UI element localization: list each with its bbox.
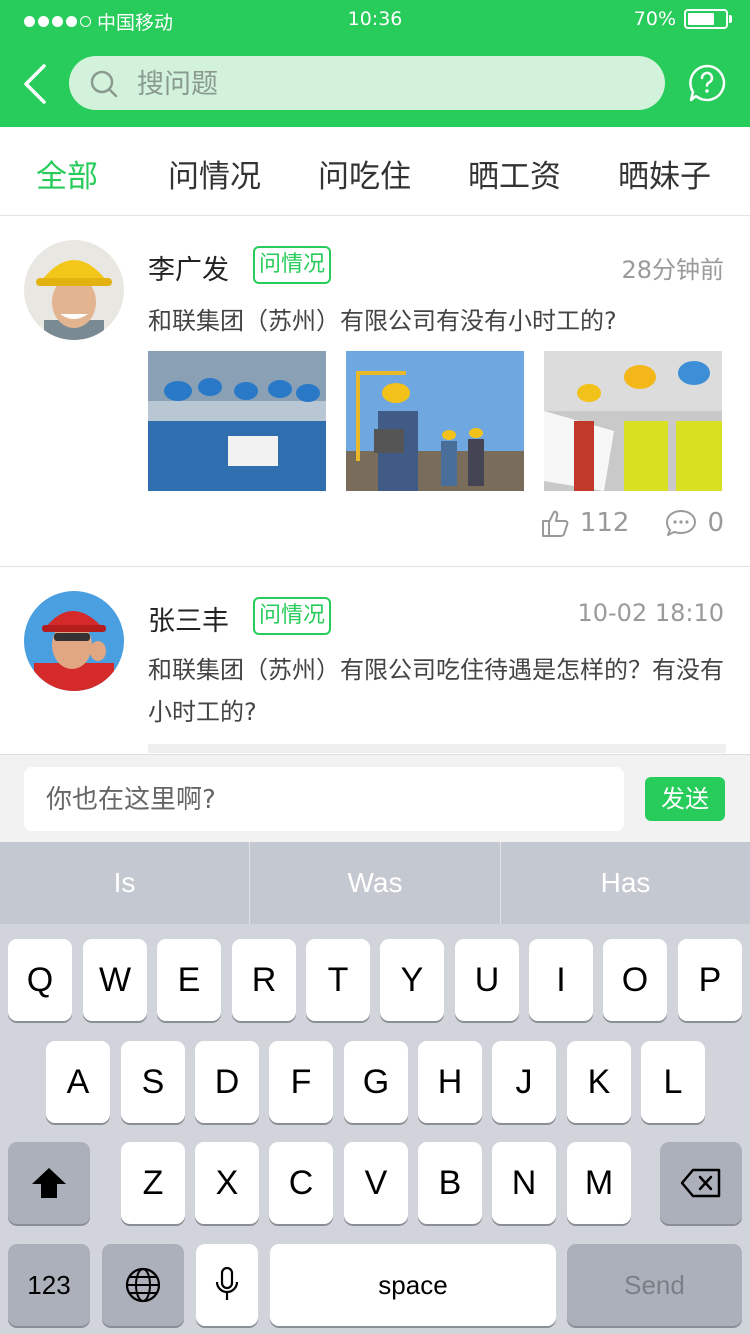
key-g[interactable]: G [344, 1041, 408, 1123]
comment-bar: 发送 [0, 754, 750, 843]
key-d[interactable]: D [195, 1041, 259, 1123]
tab-show-girls[interactable]: 晒妹子 [618, 151, 711, 196]
battery-icon [684, 9, 732, 29]
key-k[interactable]: K [567, 1041, 631, 1123]
send-button[interactable]: 发送 [645, 777, 725, 821]
shift-arrow-icon [32, 1168, 66, 1198]
backspace-icon [680, 1168, 721, 1198]
key-q[interactable]: Q [8, 939, 72, 1021]
key-n[interactable]: N [492, 1142, 556, 1224]
status-bar: 中国移动 10:36 70% [0, 0, 750, 40]
like-button[interactable]: 112 [540, 508, 630, 538]
shift-key[interactable] [8, 1142, 90, 1224]
space-key[interactable]: space [270, 1244, 556, 1326]
tab-all[interactable]: 全部 [36, 151, 98, 196]
tab-show-salary[interactable]: 晒工资 [468, 151, 561, 196]
suggestion-item[interactable]: Is [0, 842, 249, 924]
suggestion-bar: Is Was Has [0, 842, 750, 924]
key-w[interactable]: W [83, 939, 147, 1021]
keyboard: Is Was Has Q W E R T Y U I O P A S D F G… [0, 842, 750, 1334]
numbers-key[interactable]: 123 [8, 1244, 90, 1326]
like-count: 112 [579, 508, 630, 538]
key-u[interactable]: U [455, 939, 519, 1021]
post-text[interactable]: 和联集团（苏州）有限公司有没有小时工的? [148, 300, 728, 342]
key-v[interactable]: V [344, 1142, 408, 1224]
comment-count: 0 [707, 508, 724, 538]
key-c[interactable]: C [269, 1142, 333, 1224]
comment-field[interactable] [24, 767, 624, 833]
post-author[interactable]: 李广发 [148, 248, 229, 287]
key-s[interactable]: S [121, 1041, 185, 1123]
post-tag[interactable]: 问情况 [253, 597, 332, 635]
comment-bubble-icon [666, 510, 697, 536]
microphone-key[interactable] [196, 1244, 258, 1326]
key-h[interactable]: H [418, 1041, 482, 1123]
battery-percent: 70% [633, 8, 676, 30]
comment-input[interactable] [24, 767, 608, 833]
key-e[interactable]: E [157, 939, 221, 1021]
key-m[interactable]: M [567, 1142, 631, 1224]
key-o[interactable]: O [603, 939, 667, 1021]
app-header: 中国移动 10:36 70% [0, 0, 750, 127]
key-t[interactable]: T [306, 939, 370, 1021]
key-p[interactable]: P [678, 939, 742, 1021]
post-text-line: 小时工的? [148, 698, 257, 726]
back-arrow-icon[interactable] [20, 62, 56, 106]
post-time: 28分钟前 [621, 256, 724, 284]
key-f[interactable]: F [269, 1041, 333, 1123]
avatar[interactable] [24, 591, 124, 691]
post-photo-strip [148, 744, 726, 753]
search-bar[interactable] [69, 56, 665, 112]
post-photo[interactable] [544, 351, 722, 491]
post-photo[interactable] [346, 351, 524, 491]
category-tabs: 全部 问情况 问吃住 晒工资 晒妹子 [0, 127, 750, 216]
key-j[interactable]: J [492, 1041, 556, 1123]
thumbs-up-icon [541, 510, 569, 537]
post-card[interactable]: 张三丰 问情况 10-02 18:10 和联集团（苏州）有限公司吃住待遇是怎样的… [0, 567, 750, 753]
globe-key[interactable] [102, 1244, 184, 1326]
key-y[interactable]: Y [380, 939, 444, 1021]
keyboard-send-key[interactable]: Send [567, 1244, 742, 1326]
suggestion-item[interactable]: Has [501, 842, 750, 924]
key-r[interactable]: R [232, 939, 296, 1021]
post-card[interactable]: 李广发 问情况 28分钟前 和联集团（苏州）有限公司有没有小时工的? 112 0 [0, 216, 750, 567]
tab-ask-situation[interactable]: 问情况 [168, 151, 261, 196]
post-text[interactable]: 和联集团（苏州）有限公司吃住待遇是怎样的？有没有 小时工的? [148, 649, 728, 733]
backspace-key[interactable] [660, 1142, 742, 1224]
search-icon [90, 70, 118, 98]
key-x[interactable]: X [195, 1142, 259, 1224]
battery-status: 70% [633, 8, 732, 30]
microphone-icon [215, 1266, 239, 1300]
post-time: 10-02 18:10 [577, 599, 724, 627]
key-i[interactable]: I [529, 939, 593, 1021]
post-tag[interactable]: 问情况 [253, 246, 332, 284]
tab-ask-food-lodging[interactable]: 问吃住 [318, 151, 411, 196]
globe-icon [125, 1267, 161, 1303]
post-stats: 112 0 [540, 508, 724, 538]
key-z[interactable]: Z [121, 1142, 185, 1224]
post-author[interactable]: 张三丰 [148, 599, 229, 638]
post-text-line: 和联集团（苏州）有限公司吃住待遇是怎样的？有没有 [148, 656, 724, 684]
key-b[interactable]: B [418, 1142, 482, 1224]
post-photo[interactable] [148, 351, 326, 491]
help-question-icon[interactable] [688, 64, 726, 102]
search-input[interactable] [135, 56, 639, 112]
suggestion-item[interactable]: Was [250, 842, 500, 924]
key-a[interactable]: A [46, 1041, 110, 1123]
comment-button[interactable]: 0 [665, 508, 724, 538]
avatar[interactable] [24, 240, 124, 340]
key-l[interactable]: L [641, 1041, 705, 1123]
